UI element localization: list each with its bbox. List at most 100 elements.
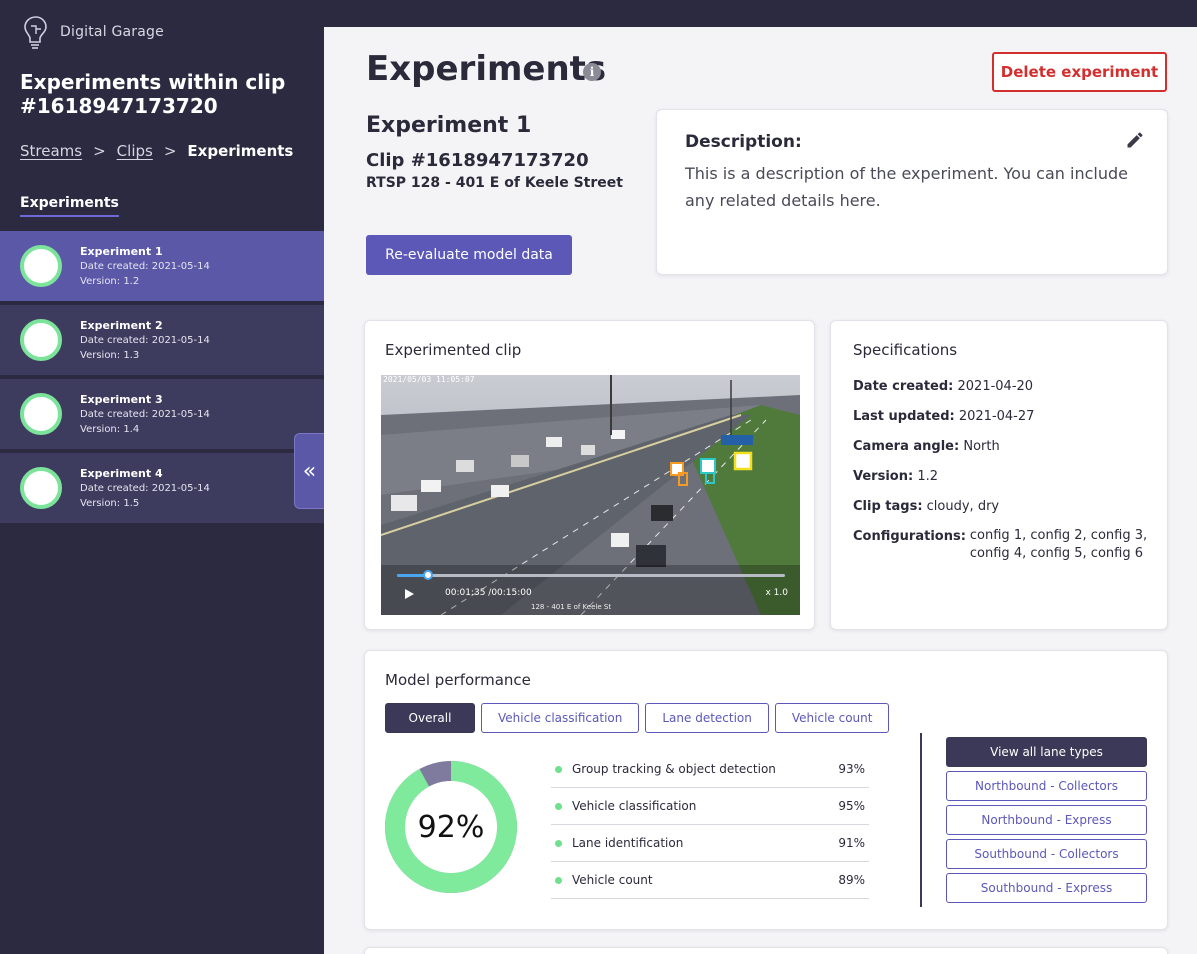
delete-experiment-button[interactable]: Delete experiment: [992, 52, 1167, 92]
green-dot-icon: [555, 765, 562, 773]
video-progress-track[interactable]: [397, 570, 785, 580]
experiment-name: Experiment 2: [80, 318, 163, 332]
spec-value: North: [963, 439, 1000, 454]
brand-logo[interactable]: Digital Garage: [20, 14, 164, 50]
sidebar-title: Experiments within clip #1618947173720: [20, 70, 286, 118]
pencil-edit-icon[interactable]: [1125, 130, 1145, 150]
clip-card-title: Experimented clip: [385, 341, 522, 359]
experiment-date: Date created: 2021-05-14: [80, 408, 210, 420]
green-dot-icon: [555, 876, 562, 884]
clip-title: Clip #1618947173720: [366, 150, 589, 171]
metric-value: 93%: [838, 762, 865, 776]
tab-vehicle-count[interactable]: Vehicle count: [774, 703, 890, 733]
experiment-item-3[interactable]: Experiment 3 Date created: 2021-05-14 Ve…: [0, 379, 324, 449]
description-card: Description: This is a description of th…: [656, 109, 1168, 275]
video-timestamp-overlay: 2021/05/03 11:05:07: [383, 375, 475, 384]
sidebar: Digital Garage Experiments within clip #…: [0, 0, 324, 954]
video-player[interactable]: 2021/05/03 11:05:07 00:01:35 /00:15:00 x…: [381, 375, 800, 615]
experiment-list: Experiment 1 Date created: 2021-05-14 Ve…: [0, 231, 324, 527]
status-ring-icon: [20, 245, 62, 287]
lane-filter-all[interactable]: View all lane types: [946, 737, 1147, 767]
lane-filter-southbound-express[interactable]: Southbound - Express: [946, 873, 1147, 903]
description-label: Description:: [685, 132, 802, 152]
performance-title: Model performance: [385, 671, 531, 689]
collapse-sidebar-button[interactable]: «: [294, 433, 324, 509]
spec-row: Last updated: 2021-04-27: [853, 409, 1147, 439]
experiment-item-1[interactable]: Experiment 1 Date created: 2021-05-14 Ve…: [0, 231, 324, 301]
metric-row: Lane identification 91%: [551, 825, 869, 862]
page-title: Experiments: [366, 49, 607, 89]
experiment-date: Date created: 2021-05-14: [80, 260, 210, 272]
experiment-date: Date created: 2021-05-14: [80, 482, 210, 494]
lane-type-filters: View all lane types Northbound - Collect…: [946, 737, 1147, 907]
experiment-version: Version: 1.5: [80, 497, 140, 509]
experiment-name: Experiment 4: [80, 466, 163, 480]
experiment-header: Experiment 1 Clip #1618947173720 RTSP 12…: [366, 113, 623, 191]
tab-overall[interactable]: Overall: [385, 703, 475, 733]
spec-value: 2021-04-27: [958, 409, 1035, 424]
vertical-divider: [920, 733, 922, 907]
metric-label: Lane identification: [572, 836, 684, 850]
metric-value: 89%: [838, 873, 865, 887]
spec-label: Last updated:: [853, 409, 955, 424]
double-chevron-left-icon: «: [302, 458, 317, 484]
metric-label: Vehicle count: [572, 873, 653, 887]
green-dot-icon: [555, 839, 562, 847]
tab-lane-detection[interactable]: Lane detection: [645, 703, 769, 733]
breadcrumb-current: Experiments: [187, 142, 294, 160]
metric-row: Vehicle classification 95%: [551, 788, 869, 825]
model-performance-card: Model performance Overall Vehicle classi…: [364, 650, 1168, 930]
spec-row: Clip tags: cloudy, dry: [853, 499, 1147, 529]
experiment-date: Date created: 2021-05-14: [80, 334, 210, 346]
spec-row: Date created: 2021-04-20: [853, 379, 1147, 409]
experiment-version: Version: 1.2: [80, 275, 140, 287]
video-scrub-handle[interactable]: [423, 570, 434, 580]
lane-filter-northbound-collectors[interactable]: Northbound - Collectors: [946, 771, 1147, 801]
spec-row: Camera angle: North: [853, 439, 1147, 469]
play-icon[interactable]: [405, 589, 414, 599]
metric-row: Vehicle count 89%: [551, 862, 869, 899]
video-time: 00:01:35 /00:15:00: [445, 588, 532, 598]
breadcrumb-streams[interactable]: Streams: [20, 142, 82, 160]
spec-card-title: Specifications: [853, 341, 958, 359]
experiment-name: Experiment 3: [80, 392, 163, 406]
green-dot-icon: [555, 802, 562, 810]
experimented-clip-card: Experimented clip 2021/05/03 11:05:07 00…: [364, 320, 815, 630]
breadcrumb-separator: >: [163, 142, 177, 160]
spec-value: 2021-04-20: [957, 379, 1034, 394]
spec-row: Version: 1.2: [853, 469, 1147, 499]
info-icon[interactable]: i: [583, 63, 601, 81]
video-frame: [381, 375, 800, 615]
sidebar-section-experiments[interactable]: Experiments: [20, 195, 119, 217]
next-card-partial: [364, 947, 1168, 954]
status-ring-icon: [20, 467, 62, 509]
tab-vehicle-classification[interactable]: Vehicle classification: [481, 703, 640, 733]
spec-label: Camera angle:: [853, 439, 960, 454]
spec-value: config 4, config 5, config 6: [969, 546, 1143, 561]
description-text: This is a description of the experiment.…: [685, 164, 1128, 210]
experiment-item-2[interactable]: Experiment 2 Date created: 2021-05-14 Ve…: [0, 305, 324, 375]
metric-value: 95%: [838, 799, 865, 813]
metric-row: Group tracking & object detection 93%: [551, 751, 869, 788]
spec-label: Clip tags:: [853, 499, 923, 514]
brand-name: Digital Garage: [60, 24, 164, 40]
specifications-card: Specifications Date created: 2021-04-20 …: [830, 320, 1168, 630]
breadcrumb: Streams > Clips > Experiments: [20, 142, 293, 160]
metrics-list: Group tracking & object detection 93% Veh…: [551, 751, 869, 899]
video-caption: 128 - 401 E of Keele St: [531, 603, 612, 611]
experiment-item-4[interactable]: Experiment 4 Date created: 2021-05-14 Ve…: [0, 453, 324, 523]
lane-filter-southbound-collectors[interactable]: Southbound - Collectors: [946, 839, 1147, 869]
playback-speed[interactable]: x 1.0: [766, 588, 789, 598]
experiment-version: Version: 1.3: [80, 349, 140, 361]
spec-label: Configurations:: [853, 529, 966, 544]
main-content: Experiments i Delete experiment Experime…: [324, 27, 1197, 954]
metric-value: 91%: [838, 836, 865, 850]
breadcrumb-clips[interactable]: Clips: [117, 142, 153, 160]
lane-filter-northbound-express[interactable]: Northbound - Express: [946, 805, 1147, 835]
experiment-version: Version: 1.4: [80, 423, 140, 435]
spec-label: Date created:: [853, 379, 954, 394]
reevaluate-button[interactable]: Re-evaluate model data: [366, 235, 572, 275]
status-ring-icon: [20, 393, 62, 435]
metric-label: Vehicle classification: [572, 799, 697, 813]
stream-name: RTSP 128 - 401 E of Keele Street: [366, 175, 623, 191]
